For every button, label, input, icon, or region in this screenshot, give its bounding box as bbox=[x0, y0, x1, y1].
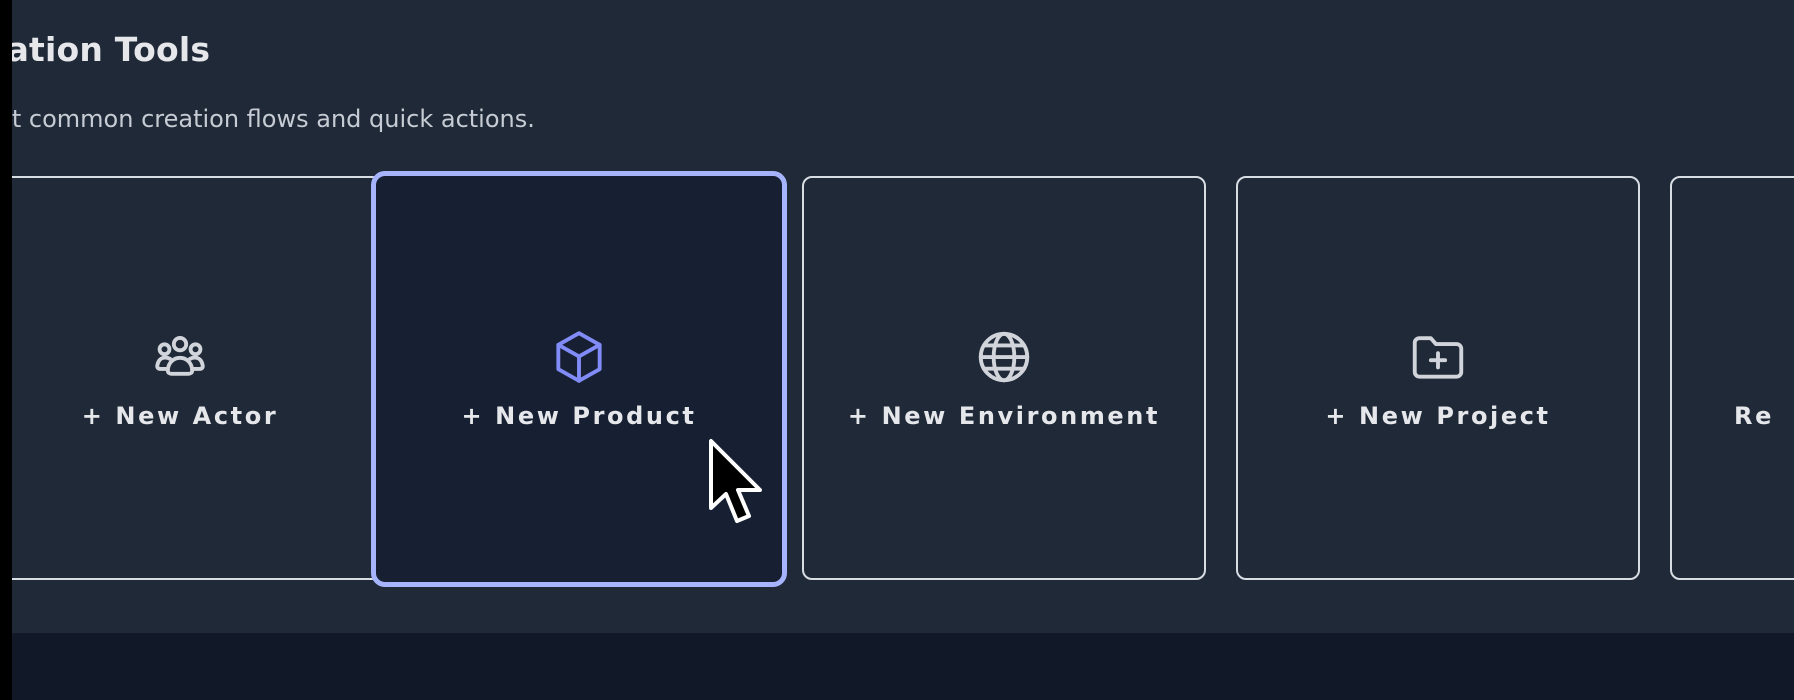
new-actor-card[interactable]: + New Actor bbox=[12, 176, 382, 580]
left-edge bbox=[0, 0, 12, 700]
card-label: + New Environment bbox=[847, 402, 1161, 430]
globe-icon bbox=[978, 331, 1030, 383]
mouse-cursor-icon bbox=[709, 439, 762, 523]
card-content: + New Environment bbox=[804, 326, 1204, 430]
card-content: + New Actor bbox=[12, 326, 380, 430]
new-environment-card[interactable]: + New Environment bbox=[802, 176, 1206, 580]
folder-plus-icon bbox=[1412, 336, 1464, 379]
card-content: + New Project bbox=[1238, 326, 1638, 430]
card-label: + New Product bbox=[461, 402, 697, 430]
panel-title: eation Tools bbox=[12, 30, 211, 69]
card-content: + New Product bbox=[376, 326, 782, 430]
users-icon bbox=[155, 335, 205, 376]
card-label: + New Project bbox=[1325, 402, 1551, 430]
panel-subtitle: rt common creation flows and quick actio… bbox=[12, 105, 535, 133]
card-label: Re bbox=[1734, 402, 1774, 430]
creation-tools-panel: eation Tools rt common creation flows an… bbox=[12, 0, 1794, 633]
new-project-card[interactable]: + New Project bbox=[1236, 176, 1640, 580]
partial-card[interactable]: Re bbox=[1670, 176, 1794, 580]
cube-icon bbox=[556, 331, 602, 383]
card-content: Re bbox=[1734, 402, 1774, 430]
card-label: + New Actor bbox=[81, 402, 279, 430]
